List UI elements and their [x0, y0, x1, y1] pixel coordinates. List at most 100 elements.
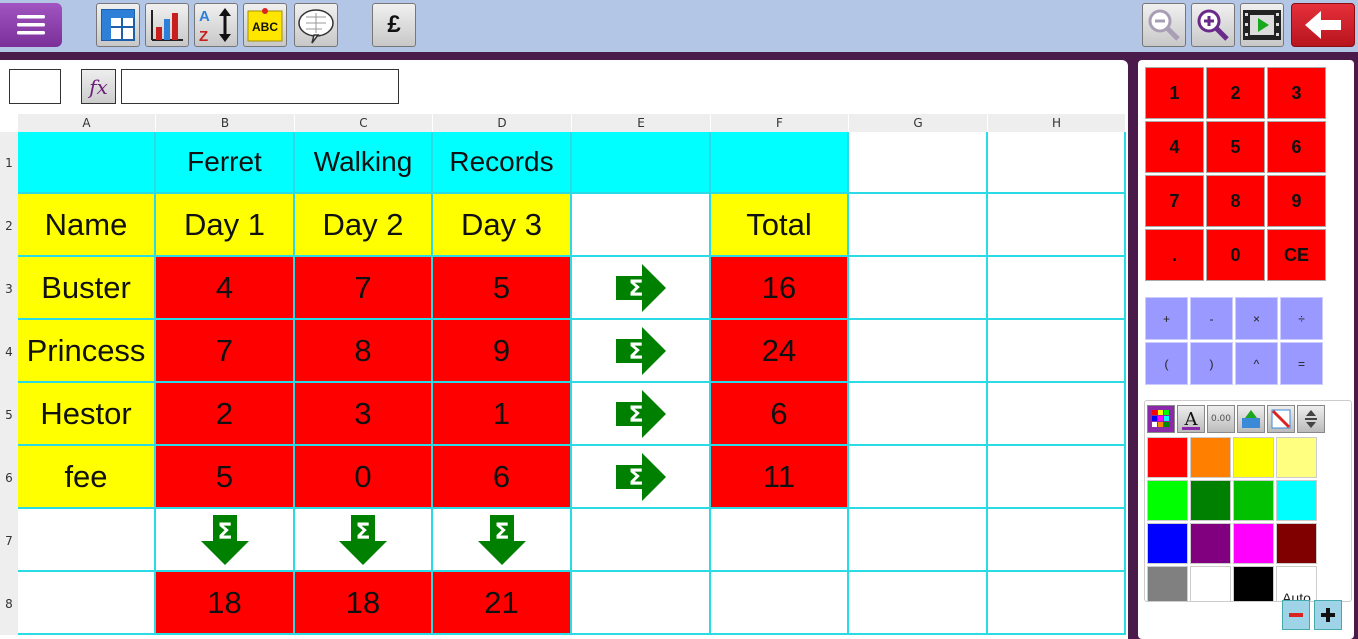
- cell-g4[interactable]: [849, 320, 988, 383]
- cell-d2[interactable]: Day 3: [433, 194, 572, 257]
- cell-e2[interactable]: [572, 194, 711, 257]
- cell-g2[interactable]: [849, 194, 988, 257]
- operator-key[interactable]: ^: [1235, 342, 1278, 385]
- cell-c3[interactable]: 7: [295, 257, 433, 320]
- keypad-key[interactable]: 9: [1267, 175, 1326, 227]
- cell-b7[interactable]: Σ: [156, 509, 295, 572]
- cell-f8[interactable]: [711, 572, 849, 635]
- cell-f4[interactable]: 24: [711, 320, 849, 383]
- cell-h5[interactable]: [988, 383, 1126, 446]
- color-swatch[interactable]: [1190, 523, 1231, 564]
- cell-g5[interactable]: [849, 383, 988, 446]
- keypad-key[interactable]: 6: [1267, 121, 1326, 173]
- cell-b6[interactable]: 5: [156, 446, 295, 509]
- row-header-7[interactable]: 7: [0, 509, 18, 572]
- color-swatch[interactable]: [1147, 566, 1188, 601]
- cell-g6[interactable]: [849, 446, 988, 509]
- cell-f2[interactable]: Total: [711, 194, 849, 257]
- cell-f3[interactable]: 16: [711, 257, 849, 320]
- slideshow-button[interactable]: [1240, 3, 1284, 47]
- keypad-key[interactable]: 2: [1206, 67, 1265, 119]
- cell-e8[interactable]: [572, 572, 711, 635]
- row-height-tool[interactable]: [1297, 405, 1325, 433]
- cell-c5[interactable]: 3: [295, 383, 433, 446]
- move-up-tool[interactable]: [1237, 405, 1265, 433]
- keypad-key[interactable]: 8: [1206, 175, 1265, 227]
- keypad-key[interactable]: CE: [1267, 229, 1326, 281]
- operator-key[interactable]: (: [1145, 342, 1188, 385]
- delete-row-button[interactable]: [1282, 600, 1310, 630]
- cell-b3[interactable]: 4: [156, 257, 295, 320]
- row-header-5[interactable]: 5: [0, 383, 18, 446]
- keypad-key[interactable]: 7: [1145, 175, 1204, 227]
- menu-button[interactable]: [0, 3, 62, 47]
- cell-g1[interactable]: [849, 132, 988, 194]
- cell-f5[interactable]: 6: [711, 383, 849, 446]
- column-header-h[interactable]: H: [988, 114, 1126, 132]
- cell-b1[interactable]: Ferret: [156, 132, 295, 194]
- cell-a8[interactable]: [18, 572, 156, 635]
- color-swatch[interactable]: [1276, 437, 1317, 478]
- cell-h3[interactable]: [988, 257, 1126, 320]
- cell-d3[interactable]: 5: [433, 257, 572, 320]
- cell-b2[interactable]: Day 1: [156, 194, 295, 257]
- cell-g3[interactable]: [849, 257, 988, 320]
- row-header-6[interactable]: 6: [0, 446, 18, 509]
- column-header-d[interactable]: D: [433, 114, 572, 132]
- function-button[interactable]: fx: [81, 69, 116, 104]
- cell-a2[interactable]: Name: [18, 194, 156, 257]
- cell-d7[interactable]: Σ: [433, 509, 572, 572]
- cell-c6[interactable]: 0: [295, 446, 433, 509]
- add-row-button[interactable]: [1314, 600, 1342, 630]
- currency-button[interactable]: £: [372, 3, 416, 47]
- color-swatch[interactable]: [1147, 480, 1188, 521]
- cell-f1[interactable]: [711, 132, 849, 194]
- operator-key[interactable]: +: [1145, 297, 1188, 340]
- color-swatch[interactable]: [1147, 437, 1188, 478]
- cell-e7[interactable]: [572, 509, 711, 572]
- cell-d6[interactable]: 6: [433, 446, 572, 509]
- operator-key[interactable]: ): [1190, 342, 1233, 385]
- cell-a7[interactable]: [18, 509, 156, 572]
- cell-e1[interactable]: [572, 132, 711, 194]
- cell-b4[interactable]: 7: [156, 320, 295, 383]
- color-swatch[interactable]: [1233, 480, 1274, 521]
- cell-d8[interactable]: 21: [433, 572, 572, 635]
- keypad-key[interactable]: 3: [1267, 67, 1326, 119]
- color-swatch[interactable]: [1276, 523, 1317, 564]
- cell-c8[interactable]: 18: [295, 572, 433, 635]
- text-color-tool[interactable]: A: [1177, 405, 1205, 433]
- cell-f6[interactable]: 11: [711, 446, 849, 509]
- color-swatch[interactable]: [1233, 566, 1274, 601]
- cell-a3[interactable]: Buster: [18, 257, 156, 320]
- row-header-1[interactable]: 1: [0, 132, 18, 194]
- zoom-in-button[interactable]: [1191, 3, 1235, 47]
- cell-e6[interactable]: Σ: [572, 446, 711, 509]
- column-header-c[interactable]: C: [295, 114, 433, 132]
- number-format-tool[interactable]: 0.00: [1207, 405, 1235, 433]
- cell-d1[interactable]: Records: [433, 132, 572, 194]
- cell-a6[interactable]: fee: [18, 446, 156, 509]
- cell-a4[interactable]: Princess: [18, 320, 156, 383]
- color-swatch[interactable]: [1276, 480, 1317, 521]
- keypad-key[interactable]: 0: [1206, 229, 1265, 281]
- operator-key[interactable]: ÷: [1280, 297, 1323, 340]
- row-header-2[interactable]: 2: [0, 194, 18, 257]
- cell-c4[interactable]: 8: [295, 320, 433, 383]
- cell-h1[interactable]: [988, 132, 1126, 194]
- row-header-3[interactable]: 3: [0, 257, 18, 320]
- color-swatch[interactable]: [1190, 480, 1231, 521]
- color-swatch[interactable]: [1233, 437, 1274, 478]
- spellcheck-button[interactable]: ABC: [243, 3, 287, 47]
- cell-b5[interactable]: 2: [156, 383, 295, 446]
- cell-f7[interactable]: [711, 509, 849, 572]
- row-header-4[interactable]: 4: [0, 320, 18, 383]
- color-swatch[interactable]: [1190, 437, 1231, 478]
- column-header-b[interactable]: B: [156, 114, 295, 132]
- operator-key[interactable]: ×: [1235, 297, 1278, 340]
- cell-h6[interactable]: [988, 446, 1126, 509]
- operator-key[interactable]: =: [1280, 342, 1323, 385]
- cell-h7[interactable]: [988, 509, 1126, 572]
- table-view-button[interactable]: [96, 3, 140, 47]
- cell-e3[interactable]: Σ: [572, 257, 711, 320]
